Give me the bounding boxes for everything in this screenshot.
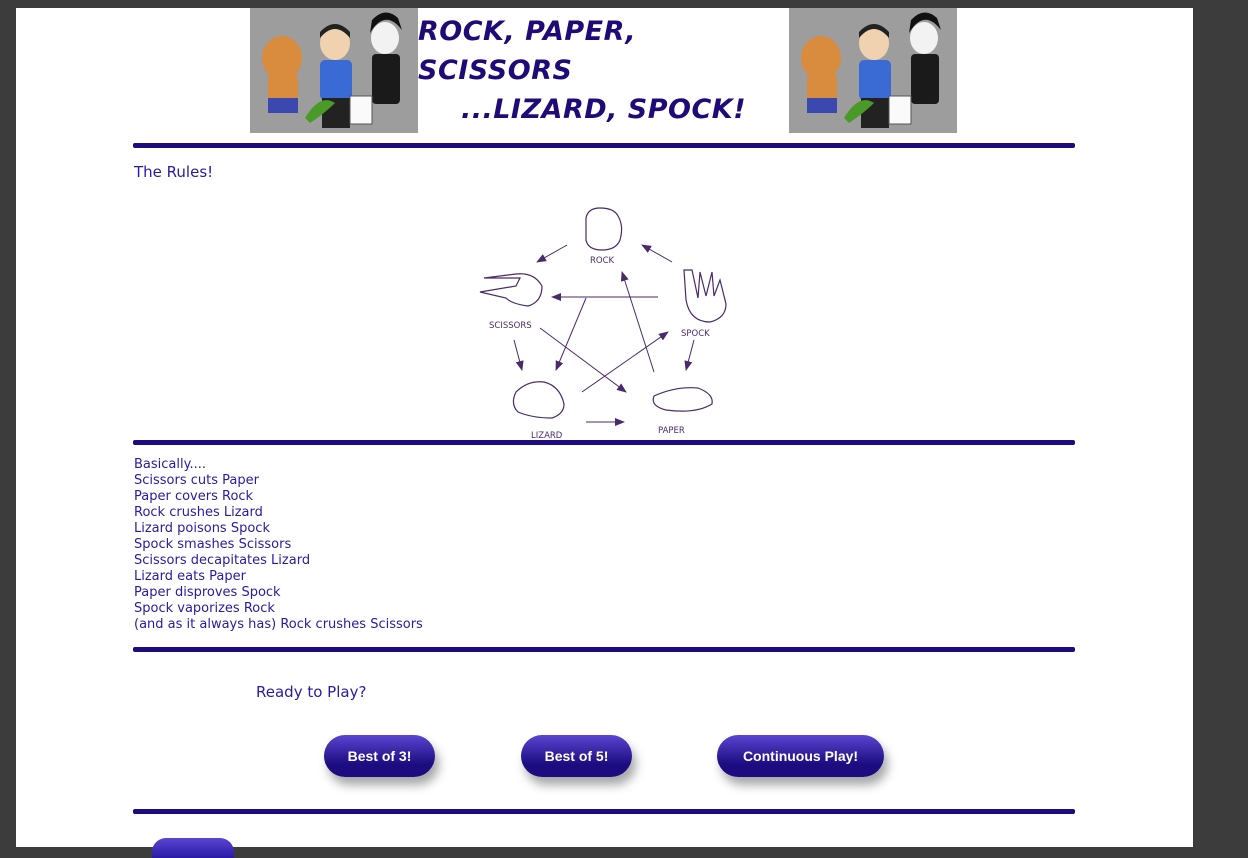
list-item: Paper disproves Spock [134, 585, 281, 600]
banner-title-line-2: ...LIZARD, SPOCK! [460, 94, 747, 125]
lizard-hand-icon [512, 381, 565, 419]
bottom-button[interactable] [152, 838, 234, 858]
paper-hand-icon [652, 387, 713, 412]
divider [133, 440, 1075, 445]
list-item: Scissors cuts Paper [134, 473, 259, 488]
list-item: Lizard eats Paper [134, 569, 246, 584]
best-of-5-button[interactable]: Best of 5! [521, 735, 632, 777]
divider [133, 809, 1075, 814]
label-scissors: SCISSORS [489, 321, 532, 331]
list-item: Scissors decapitates Lizard [134, 553, 311, 568]
spock-hand-icon [683, 269, 727, 323]
characters-left-icon [250, 8, 418, 133]
banner: ROCK, PAPER, SCISSORS ...LIZARD, SPOCK! [250, 8, 957, 133]
label-spock: SPOCK [681, 329, 710, 339]
characters-right-icon [789, 8, 957, 133]
page: ROCK, PAPER, SCISSORS ...LIZARD, SPOCK! [16, 8, 1193, 858]
list-item: Spock vaporizes Rock [134, 601, 275, 616]
rock-hand-icon [585, 207, 623, 251]
continuous-play-button[interactable]: Continuous Play! [717, 735, 884, 777]
scrollbar[interactable] [1193, 0, 1248, 847]
label-rock: ROCK [590, 256, 615, 266]
rules-diagram: ROCK SPOCK PAPER LIZARD SCISSORS [476, 200, 732, 441]
list-item: Lizard poisons Spock [134, 521, 270, 536]
list-item: (and as it always has) Rock crushes Scis… [134, 617, 423, 632]
label-lizard: LIZARD [531, 431, 563, 440]
divider [133, 143, 1075, 148]
list-item: Paper covers Rock [134, 489, 254, 504]
divider [133, 647, 1075, 652]
label-paper: PAPER [658, 426, 685, 436]
list-item: Basically.... [134, 457, 206, 472]
ready-heading: Ready to Play? [256, 683, 367, 701]
list-item: Rock crushes Lizard [134, 505, 263, 520]
scissors-hand-icon [479, 273, 543, 307]
best-of-3-button[interactable]: Best of 3! [324, 735, 435, 777]
banner-title: ROCK, PAPER, SCISSORS ...LIZARD, SPOCK! [418, 8, 789, 133]
list-item: Spock smashes Scissors [134, 537, 292, 552]
banner-title-line-1: ROCK, PAPER, SCISSORS [418, 16, 637, 86]
rules-title: The Rules! [134, 163, 214, 181]
rules-list: Basically.... Scissors cuts Paper Paper … [134, 457, 423, 633]
